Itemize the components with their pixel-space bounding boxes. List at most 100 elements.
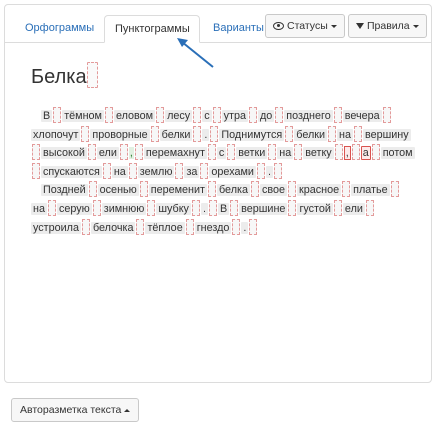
gap-slot[interactable]: [53, 107, 62, 123]
gap-slot[interactable]: [288, 199, 297, 216]
word[interactable]: ели: [342, 202, 365, 215]
gap-slot[interactable]: [294, 144, 303, 161]
gap-slot[interactable]: [191, 199, 200, 216]
word[interactable]: спускаются: [41, 165, 102, 178]
gap-slot[interactable]: [334, 144, 343, 161]
word[interactable]: красное: [297, 184, 342, 197]
word[interactable]: белка: [216, 184, 250, 197]
word[interactable]: белочка: [90, 221, 136, 234]
gap-slot[interactable]: [136, 218, 145, 235]
word[interactable]: Поднимутся: [219, 128, 285, 141]
word[interactable]: серую: [56, 202, 92, 215]
gap-slot[interactable]: [87, 144, 96, 161]
word[interactable]: утра: [221, 110, 248, 122]
gap-slot[interactable]: [81, 218, 90, 235]
gap-slot[interactable]: [328, 125, 337, 142]
gap-slot[interactable]: [147, 199, 156, 216]
gap-slot[interactable]: [193, 107, 202, 123]
word[interactable]: переменит: [148, 184, 207, 197]
gap-slot[interactable]: [288, 181, 296, 198]
punctuation-mark[interactable]: ,: [343, 146, 351, 161]
word[interactable]: тёмном: [62, 110, 104, 122]
word[interactable]: ели: [96, 147, 119, 160]
word[interactable]: гнездо: [194, 221, 232, 234]
word[interactable]: ветки: [236, 147, 268, 160]
word[interactable]: хлопочут: [31, 128, 81, 141]
gap-slot[interactable]: [248, 107, 257, 123]
word[interactable]: белки: [159, 128, 193, 141]
word[interactable]: В: [217, 202, 230, 215]
word[interactable]: ветку: [303, 147, 334, 160]
gap-slot[interactable]: [212, 107, 221, 123]
gap-slot[interactable]: [249, 218, 258, 235]
gap-slot[interactable]: [175, 162, 184, 179]
gap-slot[interactable]: [333, 107, 342, 123]
gap-slot[interactable]: [273, 162, 282, 179]
punctuation-mark[interactable]: .: [241, 221, 249, 234]
gap-slot[interactable]: [88, 181, 97, 198]
word[interactable]: на: [337, 128, 353, 141]
word[interactable]: землю: [137, 165, 175, 178]
statuses-button[interactable]: Статусы: [265, 14, 345, 38]
gap-slot[interactable]: [351, 144, 360, 161]
gap-slot[interactable]: [232, 218, 241, 235]
gap-slot[interactable]: [207, 144, 216, 161]
word[interactable]: орехами: [209, 165, 256, 178]
gap-slot[interactable]: [210, 125, 219, 142]
gap-slot[interactable]: [102, 162, 111, 179]
gap-slot[interactable]: [365, 199, 374, 216]
word[interactable]: на: [111, 165, 128, 178]
word[interactable]: вершину: [362, 128, 411, 141]
word[interactable]: В: [41, 110, 53, 122]
gap-slot[interactable]: [268, 144, 277, 161]
gap-slot[interactable]: [119, 144, 128, 161]
punctuation-mark[interactable]: .: [202, 128, 210, 141]
gap-slot[interactable]: [193, 125, 202, 142]
gap-slot[interactable]: [81, 125, 90, 142]
tab-orthograms[interactable]: Орфограммы: [15, 15, 104, 42]
word[interactable]: еловом: [113, 110, 156, 122]
word[interactable]: устроила: [31, 221, 81, 234]
gap-slot[interactable]: [185, 218, 194, 235]
gap-slot[interactable]: [92, 199, 101, 216]
gap-slot[interactable]: [32, 144, 40, 161]
word[interactable]: потом: [380, 147, 415, 160]
gap-slot[interactable]: [156, 107, 165, 123]
word[interactable]: густой: [297, 202, 333, 215]
gap-slot[interactable]: [275, 107, 284, 123]
punctuation-mark[interactable]: .: [200, 202, 208, 215]
gap-slot[interactable]: [285, 125, 294, 142]
gap-slot[interactable]: [134, 144, 143, 161]
word[interactable]: на: [31, 202, 47, 215]
word[interactable]: платье: [351, 184, 390, 197]
word[interactable]: а: [360, 146, 371, 161]
word[interactable]: позднего: [284, 110, 333, 122]
word[interactable]: высокой: [41, 147, 87, 160]
word[interactable]: тёплое: [145, 221, 185, 234]
word[interactable]: белки: [294, 128, 328, 141]
gap-slot[interactable]: [227, 144, 236, 161]
gap-slot[interactable]: [208, 199, 217, 216]
word[interactable]: Поздней: [41, 184, 88, 197]
word[interactable]: за: [184, 165, 200, 178]
word[interactable]: до: [257, 110, 275, 122]
gap-slot[interactable]: [256, 162, 265, 179]
gap-slot[interactable]: [353, 125, 362, 142]
word[interactable]: свое: [259, 184, 287, 197]
gap-slot[interactable]: [139, 181, 148, 198]
word[interactable]: проворные: [90, 128, 150, 141]
gap-slot[interactable]: [47, 199, 56, 216]
gap-slot[interactable]: [371, 144, 380, 161]
word[interactable]: перемахнут: [143, 147, 207, 160]
gap-slot[interactable]: [104, 107, 113, 123]
word[interactable]: на: [277, 147, 294, 160]
word[interactable]: с: [216, 147, 227, 160]
gap-slot[interactable]: [342, 181, 351, 198]
word[interactable]: шубку: [156, 202, 191, 215]
punctuation-mark[interactable]: .: [265, 165, 273, 178]
word[interactable]: вершине: [239, 202, 288, 215]
gap-slot[interactable]: [390, 181, 399, 198]
gap-slot[interactable]: [128, 162, 137, 179]
gap-slot[interactable]: [86, 62, 98, 88]
gap-slot[interactable]: [32, 162, 40, 179]
